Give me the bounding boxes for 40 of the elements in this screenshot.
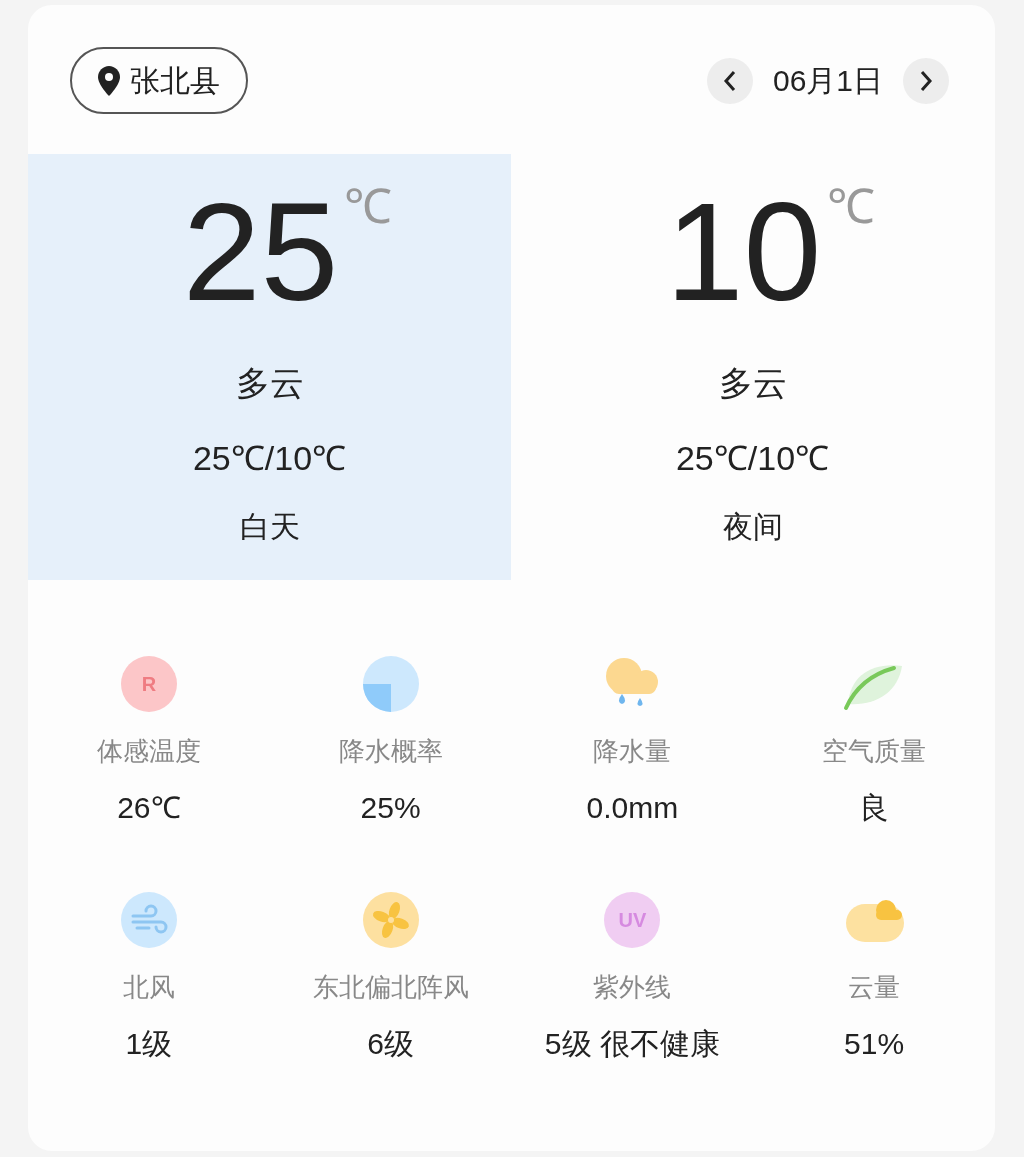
fan-icon: [362, 892, 419, 948]
previous-day-button[interactable]: [707, 57, 753, 104]
detail-label: 紫外线: [593, 971, 672, 1004]
detail-value: 6级: [367, 1026, 414, 1062]
detail-label: 北风: [122, 971, 175, 1004]
chevron-right-icon: [919, 69, 933, 92]
chevron-left-icon: [723, 69, 737, 92]
period-panel[interactable]: 25℃ 多云 25℃/10℃ 白天: [28, 154, 511, 580]
temperature: 10: [665, 182, 822, 322]
detail-value: 26℃: [117, 790, 181, 826]
date-label: 06月1日: [771, 63, 885, 99]
temperature-range: 25℃/10℃: [192, 438, 347, 479]
condition-label: 多云: [718, 363, 787, 404]
detail-value: 0.0mm: [586, 790, 679, 826]
detail-label: 降水量: [593, 735, 672, 768]
detail-label: 东北偏北阵风: [312, 971, 469, 1004]
detail-label: 体感温度: [96, 735, 201, 768]
wind-icon: [120, 892, 177, 948]
temperature: 25: [182, 182, 339, 322]
next-day-button[interactable]: [903, 57, 949, 104]
uv-icon: UV: [604, 892, 661, 948]
period-label: 白天: [239, 509, 300, 545]
detail-label: 云量: [848, 971, 901, 1004]
detail-label: 空气质量: [822, 735, 927, 768]
temperature-unit: ℃: [344, 182, 393, 232]
period-label: 夜间: [722, 509, 783, 545]
temperature-range: 25℃/10℃: [675, 438, 830, 479]
detail-value: 1级: [125, 1026, 173, 1062]
location-button[interactable]: 张北县: [70, 47, 248, 114]
feels-like-icon: R: [120, 656, 177, 712]
probability-icon: [362, 656, 419, 712]
condition-label: 多云: [235, 363, 304, 404]
period-panel[interactable]: 10℃ 多云 25℃/10℃ 夜间: [511, 154, 994, 580]
detail-label: 降水概率: [338, 735, 443, 768]
detail-value: 51%: [844, 1026, 905, 1062]
detail-value: 良: [859, 790, 890, 826]
location-pin-icon: [98, 65, 120, 96]
detail-value: 25%: [360, 790, 421, 826]
detail-value: 5级 很不健康: [544, 1026, 720, 1062]
temperature-unit: ℃: [827, 182, 876, 232]
